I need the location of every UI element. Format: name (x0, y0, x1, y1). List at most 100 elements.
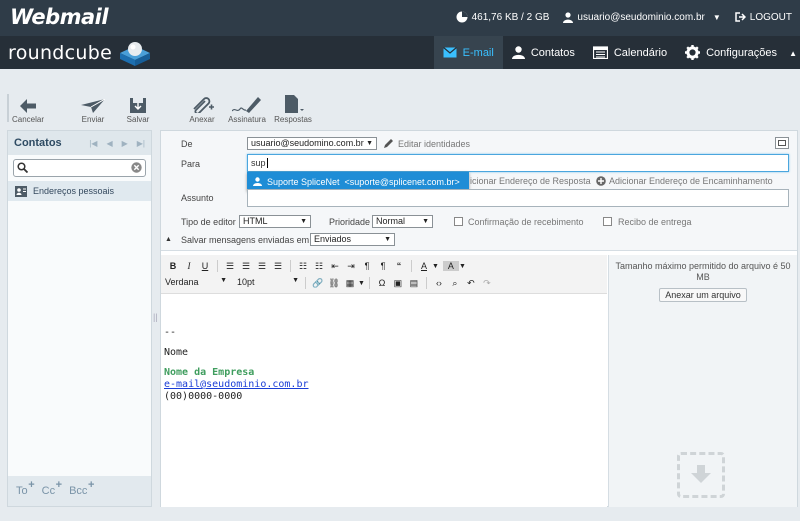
add-bcc-button[interactable]: Bcc + (65, 479, 94, 497)
user-menu[interactable]: usuario@seudominio.com.br ▼ (563, 12, 721, 23)
signature-email-link[interactable]: e-mail@seudominio.com.br (164, 379, 309, 390)
source-code-icon[interactable]: ‹› (431, 278, 447, 288)
tab-settings[interactable]: Configurações (676, 36, 786, 69)
pencil-icon (384, 139, 393, 148)
blockquote-icon[interactable]: “ (391, 261, 407, 271)
editor-type-value: HTML (243, 216, 268, 226)
addressbook-label: Endereços pessoais (33, 186, 115, 196)
add-to-button[interactable]: To + (12, 479, 35, 497)
dropzone[interactable] (677, 452, 725, 498)
align-left-icon[interactable]: ☰ (222, 261, 238, 272)
editor-toolbar: B I U ☰ ☰ ☰ ☰ ☷ ☷ ⇤ ⇥ ¶ ¶ “ A ▼ A ▼ Verdan… (161, 255, 607, 294)
expand-icon[interactable] (775, 137, 789, 149)
rtl-icon[interactable]: ¶ (375, 261, 391, 271)
font-size-value: 10pt (237, 276, 255, 287)
bold-button[interactable]: B (165, 261, 181, 271)
responses-button[interactable]: Respostas (274, 95, 312, 124)
attach-file-button[interactable]: Anexar um arquivo (659, 288, 747, 302)
bullet-list-icon[interactable]: ☷ (295, 261, 311, 272)
save-icon (130, 98, 146, 113)
save-sent-select[interactable]: Enviados ▼ (310, 233, 395, 246)
compose-pane: De usuario@seudomino.com.br ▼ Editar iden… (160, 130, 798, 507)
redo-icon[interactable]: ↷ (479, 278, 495, 289)
signature-phone: (00)0000-0000 (164, 391, 243, 402)
underline-button[interactable]: U (197, 261, 213, 271)
logout-button[interactable]: LOGOUT (735, 12, 792, 23)
tab-contacts-label: Contatos (530, 46, 575, 59)
cancel-button[interactable]: Cancelar (12, 95, 44, 124)
ltr-icon[interactable]: ¶ (359, 261, 375, 271)
save-button[interactable]: Salvar (124, 95, 152, 124)
download-arrow-icon (691, 465, 711, 483)
numbered-list-icon[interactable]: ☷ (311, 261, 327, 272)
last-page-icon[interactable]: ▶| (137, 139, 145, 148)
font-size-select[interactable]: 10pt ▼ (237, 277, 301, 290)
search-icon (17, 162, 28, 173)
special-char-icon[interactable]: Ω (374, 278, 390, 288)
chevron-down-icon: ▼ (300, 218, 307, 225)
priority-select[interactable]: Normal ▼ (372, 215, 433, 228)
compose-headers: De usuario@seudomino.com.br ▼ Editar iden… (161, 131, 797, 251)
background-color-icon[interactable]: A (442, 261, 459, 271)
attach-button[interactable]: Anexar (187, 95, 217, 124)
logout-label: LOGOUT (749, 11, 792, 23)
caret-up-icon[interactable]: ▲ (789, 49, 797, 58)
chevron-down-icon[interactable]: ▼ (459, 263, 466, 270)
signature-button[interactable]: Assinatura (227, 95, 267, 124)
mail-icon (442, 47, 457, 58)
link-icon[interactable]: 🔗 (310, 278, 326, 289)
chevron-down-icon[interactable]: ▼ (432, 263, 439, 270)
collapse-icon[interactable]: ▲ (165, 236, 172, 243)
first-page-icon[interactable]: |◀ (89, 139, 97, 148)
italic-button[interactable]: I (181, 261, 197, 271)
find-replace-icon[interactable]: ⌕ (447, 278, 463, 289)
pie-chart-icon (456, 11, 468, 23)
tab-calendar[interactable]: Calendário (584, 36, 676, 69)
contacts-pager: |◀ ◀ ▶ ▶| (89, 139, 145, 148)
delivery-receipt-checkbox[interactable] (603, 217, 612, 226)
contacts-search-input[interactable] (13, 159, 146, 177)
tab-settings-label: Configurações (706, 46, 777, 59)
add-followup-link[interactable]: Adicionar Endereço de Encaminhamento (609, 176, 773, 186)
roundcube-cube-icon (120, 42, 151, 66)
next-page-icon[interactable]: ▶ (122, 139, 128, 148)
image-icon[interactable]: ▣ (390, 278, 406, 289)
from-select[interactable]: usuario@seudomino.com.br ▼ (247, 137, 377, 150)
align-justify-icon[interactable]: ☰ (270, 261, 286, 272)
brand-title: Webmail (10, 5, 109, 29)
align-right-icon[interactable]: ☰ (254, 261, 270, 272)
add-bcc-label: Bcc (69, 485, 88, 497)
font-family-value: Verdana (165, 276, 199, 287)
outdent-icon[interactable]: ⇤ (327, 261, 343, 272)
quota-text: 461,76 KB / 2 GB (471, 11, 550, 23)
add-cc-button[interactable]: Cc + (38, 479, 62, 497)
table-icon[interactable]: ▦ (342, 278, 358, 289)
send-button[interactable]: Enviar (78, 95, 108, 124)
clear-icon[interactable] (131, 162, 142, 173)
chevron-down-icon[interactable]: ▼ (358, 280, 365, 287)
tab-contacts[interactable]: Contatos (503, 36, 584, 69)
text-color-icon[interactable]: A (416, 261, 432, 271)
media-icon[interactable]: ▤ (406, 278, 422, 289)
unlink-icon[interactable]: ⛓ (326, 278, 342, 289)
message-body-editor[interactable]: -- Nome Nome da Empresa e-mail@seudomini… (161, 295, 607, 507)
tab-email[interactable]: E-mail (433, 36, 503, 69)
indent-icon[interactable]: ⇥ (343, 261, 359, 272)
chevron-down-icon: ▼ (712, 12, 721, 22)
chevron-down-icon: ▼ (422, 218, 429, 225)
send-label: Enviar (81, 115, 105, 124)
subject-input[interactable] (247, 189, 789, 207)
logout-icon (735, 12, 746, 22)
to-input[interactable]: sup (247, 154, 789, 172)
pane-splitter[interactable]: || (153, 312, 158, 322)
addressbook-personal[interactable]: Endereços pessoais (8, 181, 151, 201)
prev-page-icon[interactable]: ◀ (106, 139, 112, 148)
undo-icon[interactable]: ↶ (463, 278, 479, 289)
read-receipt-checkbox[interactable] (454, 217, 463, 226)
edit-identities-link[interactable]: Editar identidades (398, 139, 470, 149)
editor-type-select[interactable]: HTML ▼ (239, 215, 311, 228)
font-family-select[interactable]: Verdana ▼ (165, 277, 229, 290)
add-reply-to-link[interactable]: icionar Endereço de Resposta (470, 176, 591, 186)
address-card-icon (15, 185, 27, 197)
align-center-icon[interactable]: ☰ (238, 261, 254, 272)
